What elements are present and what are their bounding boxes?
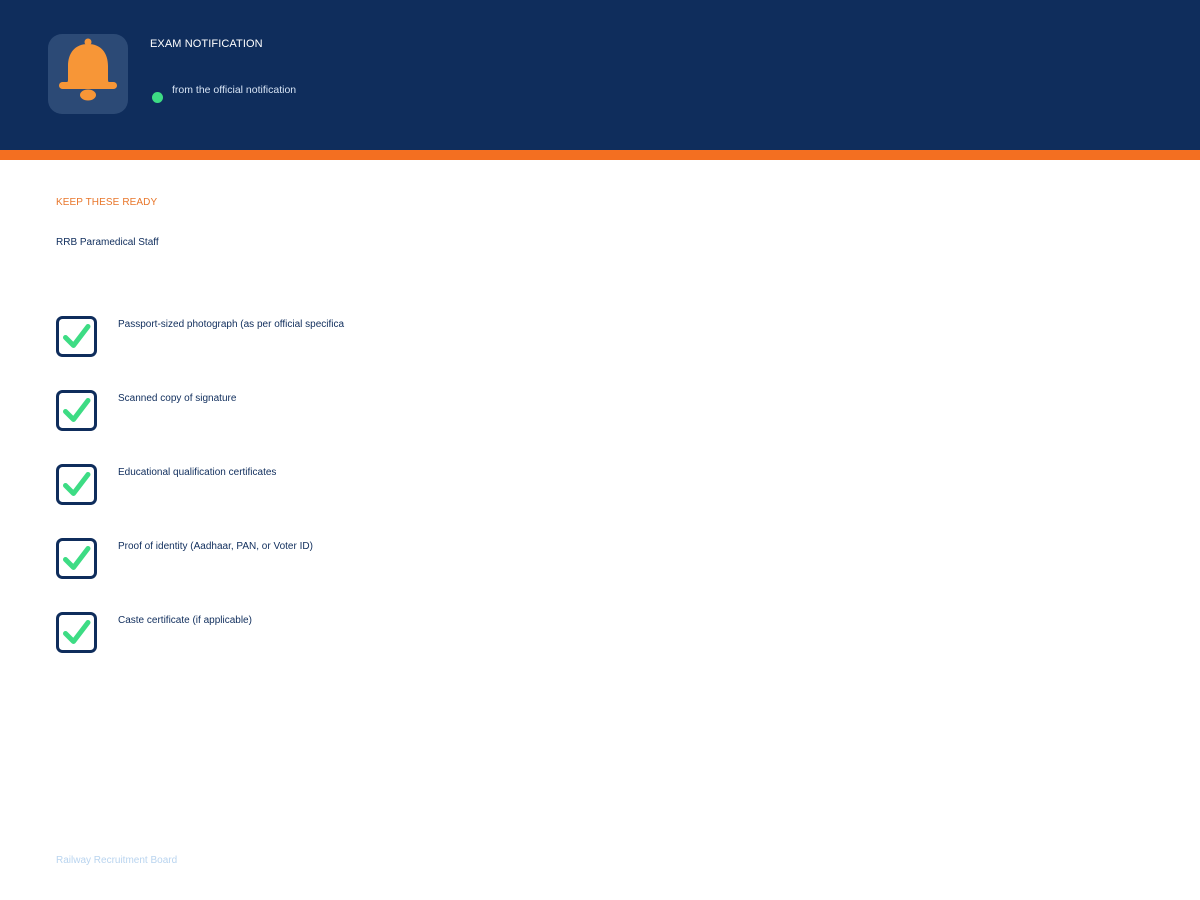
checkbox-checked-icon (56, 538, 97, 579)
checkbox-checked-icon (56, 612, 97, 653)
accent-divider (0, 150, 1200, 160)
checklist-item: Passport-sized photograph (as per offici… (56, 316, 856, 390)
checkbox-checked-icon (56, 390, 97, 431)
header-subtitle: from the official notification (172, 84, 297, 96)
notification-header: EXAM NOTIFICATION from the official noti… (0, 0, 1200, 150)
checklist-item-label: Educational qualification certificates (118, 467, 277, 478)
checkbox-checked-icon (56, 464, 97, 505)
status-dot-icon (152, 92, 163, 103)
section-label: KEEP THESE READY (56, 197, 158, 208)
checklist-item: Educational qualification certificates (56, 464, 856, 538)
checklist-item-label: Passport-sized photograph (as per offici… (118, 319, 345, 330)
checklist-item: Proof of identity (Aadhaar, PAN, or Vote… (56, 538, 856, 612)
checklist-item-label: Proof of identity (Aadhaar, PAN, or Vote… (118, 541, 313, 552)
checkbox-checked-icon (56, 316, 97, 357)
checklist-item: Scanned copy of signature (56, 390, 856, 464)
header-title: EXAM NOTIFICATION (150, 38, 263, 50)
exam-name: RRB Paramedical Staff (56, 237, 159, 248)
page: EXAM NOTIFICATION from the official noti… (0, 0, 1200, 900)
checklist-item: Caste certificate (if applicable) (56, 612, 856, 686)
document-checklist: Passport-sized photograph (as per offici… (56, 316, 856, 686)
checklist-item-label: Caste certificate (if applicable) (118, 615, 252, 626)
footer-text: Railway Recruitment Board (56, 855, 178, 866)
checklist-item-label: Scanned copy of signature (118, 393, 237, 404)
bell-icon (48, 34, 128, 114)
